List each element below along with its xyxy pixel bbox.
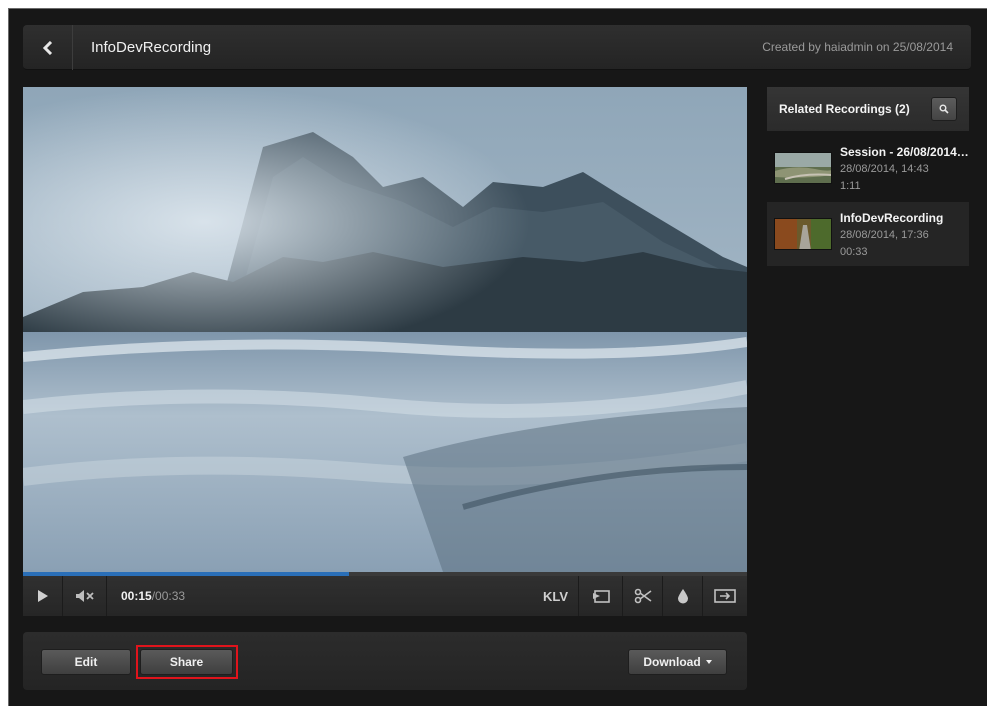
download-label: Download [643,655,701,669]
total-time: 00:33 [155,589,186,603]
fullscreen-button[interactable] [703,576,747,616]
mute-button[interactable] [63,576,107,616]
play-icon [37,590,48,602]
related-recordings-title: Related Recordings (2) [779,102,910,116]
mute-icon [75,590,94,602]
time-display: 00:15 / 00:33 [107,576,185,616]
scissors-icon [634,588,651,604]
recording-thumbnail [774,218,832,250]
related-item-name: Session - 26/08/2014,... [840,145,969,159]
fullscreen-icon [714,589,736,603]
download-button[interactable]: Download [628,649,727,675]
related-item-date: 28/08/2014, 17:36 [840,229,929,241]
snapshot-icon [592,590,610,603]
video-still-image [23,87,747,572]
chevron-left-icon [42,40,52,55]
related-item-duration: 00:33 [840,246,868,258]
color-button[interactable] [663,576,703,616]
share-highlight-box [136,645,238,679]
caret-down-icon [705,660,712,664]
video-frame[interactable] [23,87,747,572]
related-item[interactable]: InfoDevRecording 28/08/2014, 17:36 00:33 [767,202,969,266]
search-button[interactable] [931,97,957,121]
related-item-name: InfoDevRecording [840,211,944,225]
play-button[interactable] [23,576,63,616]
back-button[interactable] [23,25,73,70]
drop-icon [677,589,688,604]
related-recordings-header: Related Recordings (2) [767,87,969,131]
clip-button[interactable] [623,576,663,616]
page-title: InfoDevRecording [91,39,212,56]
current-time: 00:15 [121,589,152,603]
edit-button[interactable]: Edit [41,649,131,675]
related-item-date: 28/08/2014, 14:43 [840,163,929,175]
player-controls: 00:15 / 00:33 KLV [23,576,747,616]
recording-thumbnail [774,152,832,184]
search-icon [939,104,949,114]
related-item-duration: 1:11 [840,180,861,192]
klv-button[interactable]: KLV [533,576,579,616]
snapshot-button[interactable] [579,576,623,616]
related-item[interactable]: Session - 26/08/2014,... 28/08/2014, 14:… [767,136,969,200]
page-header: InfoDevRecording Created by haiadmin on … [23,25,971,70]
action-bar: Edit Share Download [23,632,747,690]
created-by-text: Created by haiadmin on 25/08/2014 [762,40,953,54]
